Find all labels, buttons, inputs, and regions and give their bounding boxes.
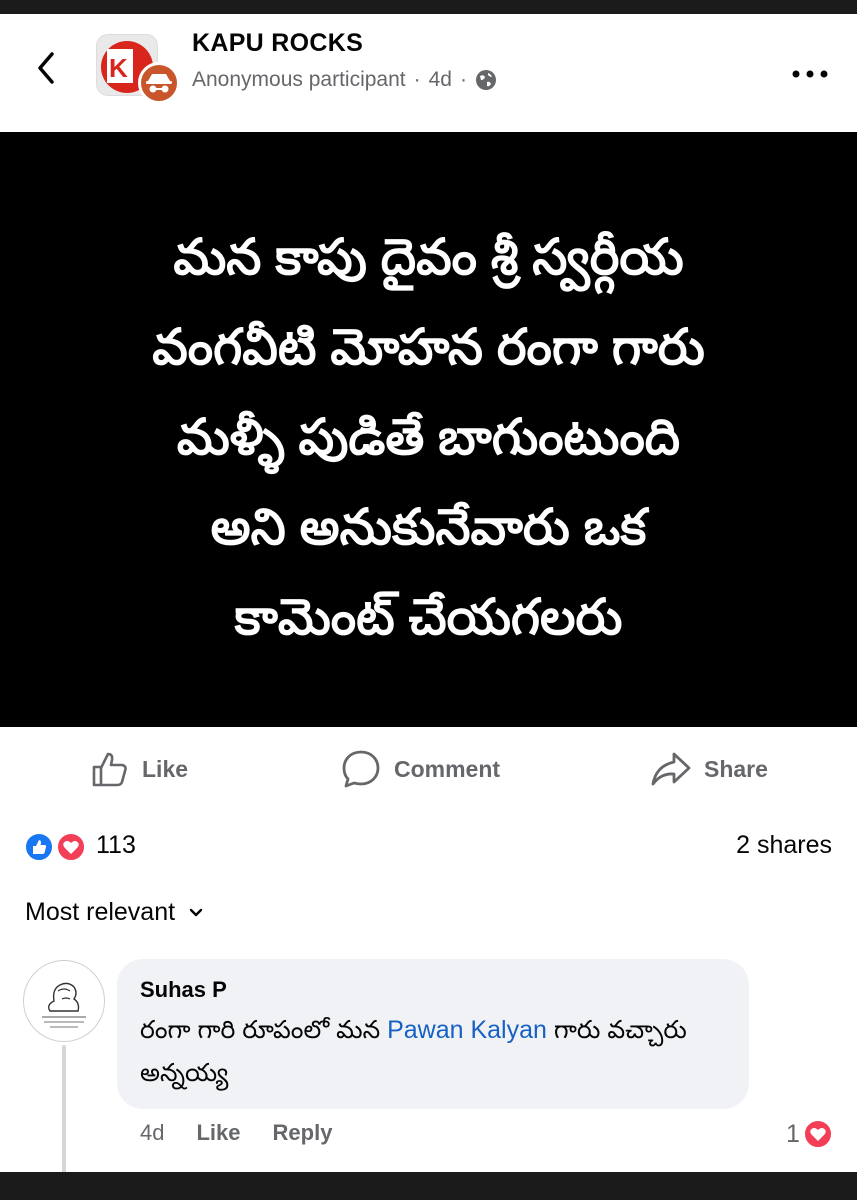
comment-like-button[interactable]: Like [196, 1120, 240, 1146]
share-label: Share [704, 755, 768, 782]
comment-thread-line [62, 1045, 66, 1173]
meta-separator: · [459, 68, 467, 91]
comment-time[interactable]: 4d [140, 1120, 164, 1146]
like-button[interactable]: Like [90, 747, 188, 791]
chevron-left-icon[interactable] [32, 48, 62, 88]
anonymous-icon [138, 62, 180, 104]
post-image[interactable]: మన కాపు దైవం శ్రీ స్వర్గీయ వంగవీటి మోహన … [0, 132, 857, 727]
thumbs-up-icon [92, 752, 127, 787]
bottom-edge [0, 1172, 857, 1200]
globe-icon [475, 70, 496, 90]
mention-link[interactable]: Pawan Kalyan [387, 1016, 547, 1044]
share-icon [651, 752, 691, 786]
like-label: Like [142, 755, 189, 782]
post-stats: 113 2 shares [0, 825, 857, 870]
commenter-avatar[interactable] [23, 960, 105, 1042]
author-name[interactable]: Anonymous participant [192, 68, 406, 92]
chevron-down-icon [189, 908, 203, 916]
more-horizontal-icon[interactable] [790, 64, 830, 84]
post-actions: Like Comment Share [0, 727, 857, 812]
comment-reactions[interactable]: 1 [786, 1118, 834, 1150]
love-reaction-icon[interactable] [56, 832, 86, 862]
comment-sort-dropdown[interactable]: Most relevant [25, 898, 203, 927]
post-text-line: మళ్ళీ పుడితే బాగుంటుంది [176, 409, 681, 465]
post-text-line: అని అనుకునేవారు ఒక [210, 499, 647, 555]
comment-sort-label: Most relevant [25, 898, 176, 926]
post-text: మన కాపు దైవం శ్రీ స్వర్గీయ వంగవీటి మోహన … [40, 212, 817, 662]
shares-count[interactable]: 2 shares [736, 831, 832, 860]
status-bar-edge [0, 0, 857, 14]
commenter-name[interactable]: Suhas P [140, 977, 227, 1003]
post-time[interactable]: 4d [429, 68, 452, 92]
comment-reaction-count: 1 [786, 1119, 800, 1148]
group-name[interactable]: KAPU ROCKS [192, 29, 363, 58]
post-header: K KAPU ROCKS Anonymous participant · 4d … [0, 14, 857, 132]
love-reaction-icon [802, 1119, 833, 1149]
reaction-count[interactable]: 113 [96, 831, 136, 860]
comment-reply-button[interactable]: Reply [273, 1120, 333, 1146]
post-meta: Anonymous participant · 4d · [192, 68, 497, 92]
post-text-line: వంగవీటి మోహన రంగా గారు [152, 319, 705, 375]
meta-separator: · [413, 68, 421, 91]
comment-icon [342, 750, 380, 788]
like-reaction-icon[interactable] [24, 832, 54, 862]
svg-text:K: K [109, 53, 128, 83]
post-text-line: మన కాపు దైవం శ్రీ స్వర్గీయ [173, 229, 684, 285]
comment-text-before: రంగా గారి రూపంలో మన [140, 1016, 388, 1044]
comment-meta: 4d Like Reply [140, 1120, 332, 1146]
comment-label: Comment [394, 755, 501, 782]
comment-bubble[interactable]: Suhas P రంగా గారి రూపంలో మన Pawan Kalyan… [117, 959, 749, 1109]
comment-button[interactable]: Comment [340, 747, 500, 791]
post-text-line: కామెంట్ చేయగలరు [234, 589, 623, 645]
share-button[interactable]: Share [650, 747, 768, 791]
comment-text: రంగా గారి రూపంలో మన Pawan Kalyan గారు వచ… [140, 1009, 730, 1095]
group-avatar-stack[interactable]: K [96, 34, 180, 114]
